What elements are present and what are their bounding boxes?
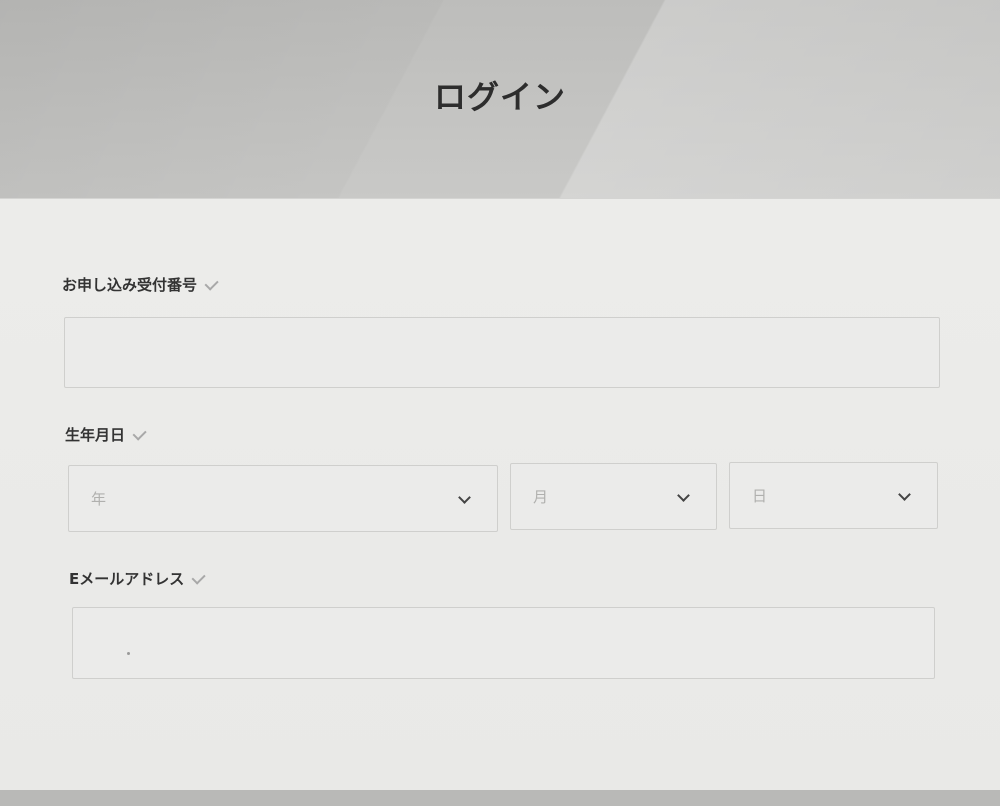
check-icon	[191, 570, 206, 585]
application-number-label: お申し込み受付番号	[62, 274, 219, 295]
header-banner: ログイン	[0, 0, 1000, 200]
birth-day-value: 日	[752, 487, 768, 505]
application-number-label-text: お申し込み受付番号	[62, 276, 198, 294]
email-label-text: Eメールアドレス	[69, 570, 185, 588]
bottom-edge	[0, 790, 1000, 806]
login-page: ログイン お申し込み受付番号 生年月日 年 月 日 Eメールアドレス	[0, 0, 1000, 806]
birth-date-label: 生年月日	[65, 424, 147, 445]
birth-month-select[interactable]: 月	[510, 463, 717, 530]
chevron-down-icon	[677, 488, 690, 502]
birth-year-value: 年	[91, 490, 107, 508]
chevron-down-icon	[898, 487, 911, 501]
check-icon	[132, 426, 147, 441]
check-icon	[204, 276, 219, 291]
birth-year-select[interactable]: 年	[68, 465, 498, 532]
page-title: ログイン	[433, 78, 566, 116]
login-form: お申し込み受付番号 生年月日 年 月 日 Eメールアドレス	[0, 198, 1000, 791]
birth-day-select[interactable]: 日	[729, 462, 938, 529]
application-number-input[interactable]	[64, 317, 940, 388]
birth-month-value: 月	[533, 488, 549, 506]
birth-date-label-text: 生年月日	[65, 426, 126, 444]
email-input[interactable]	[72, 607, 935, 679]
screen-speck	[127, 652, 130, 655]
email-label: Eメールアドレス	[69, 568, 206, 589]
chevron-down-icon	[458, 490, 471, 504]
